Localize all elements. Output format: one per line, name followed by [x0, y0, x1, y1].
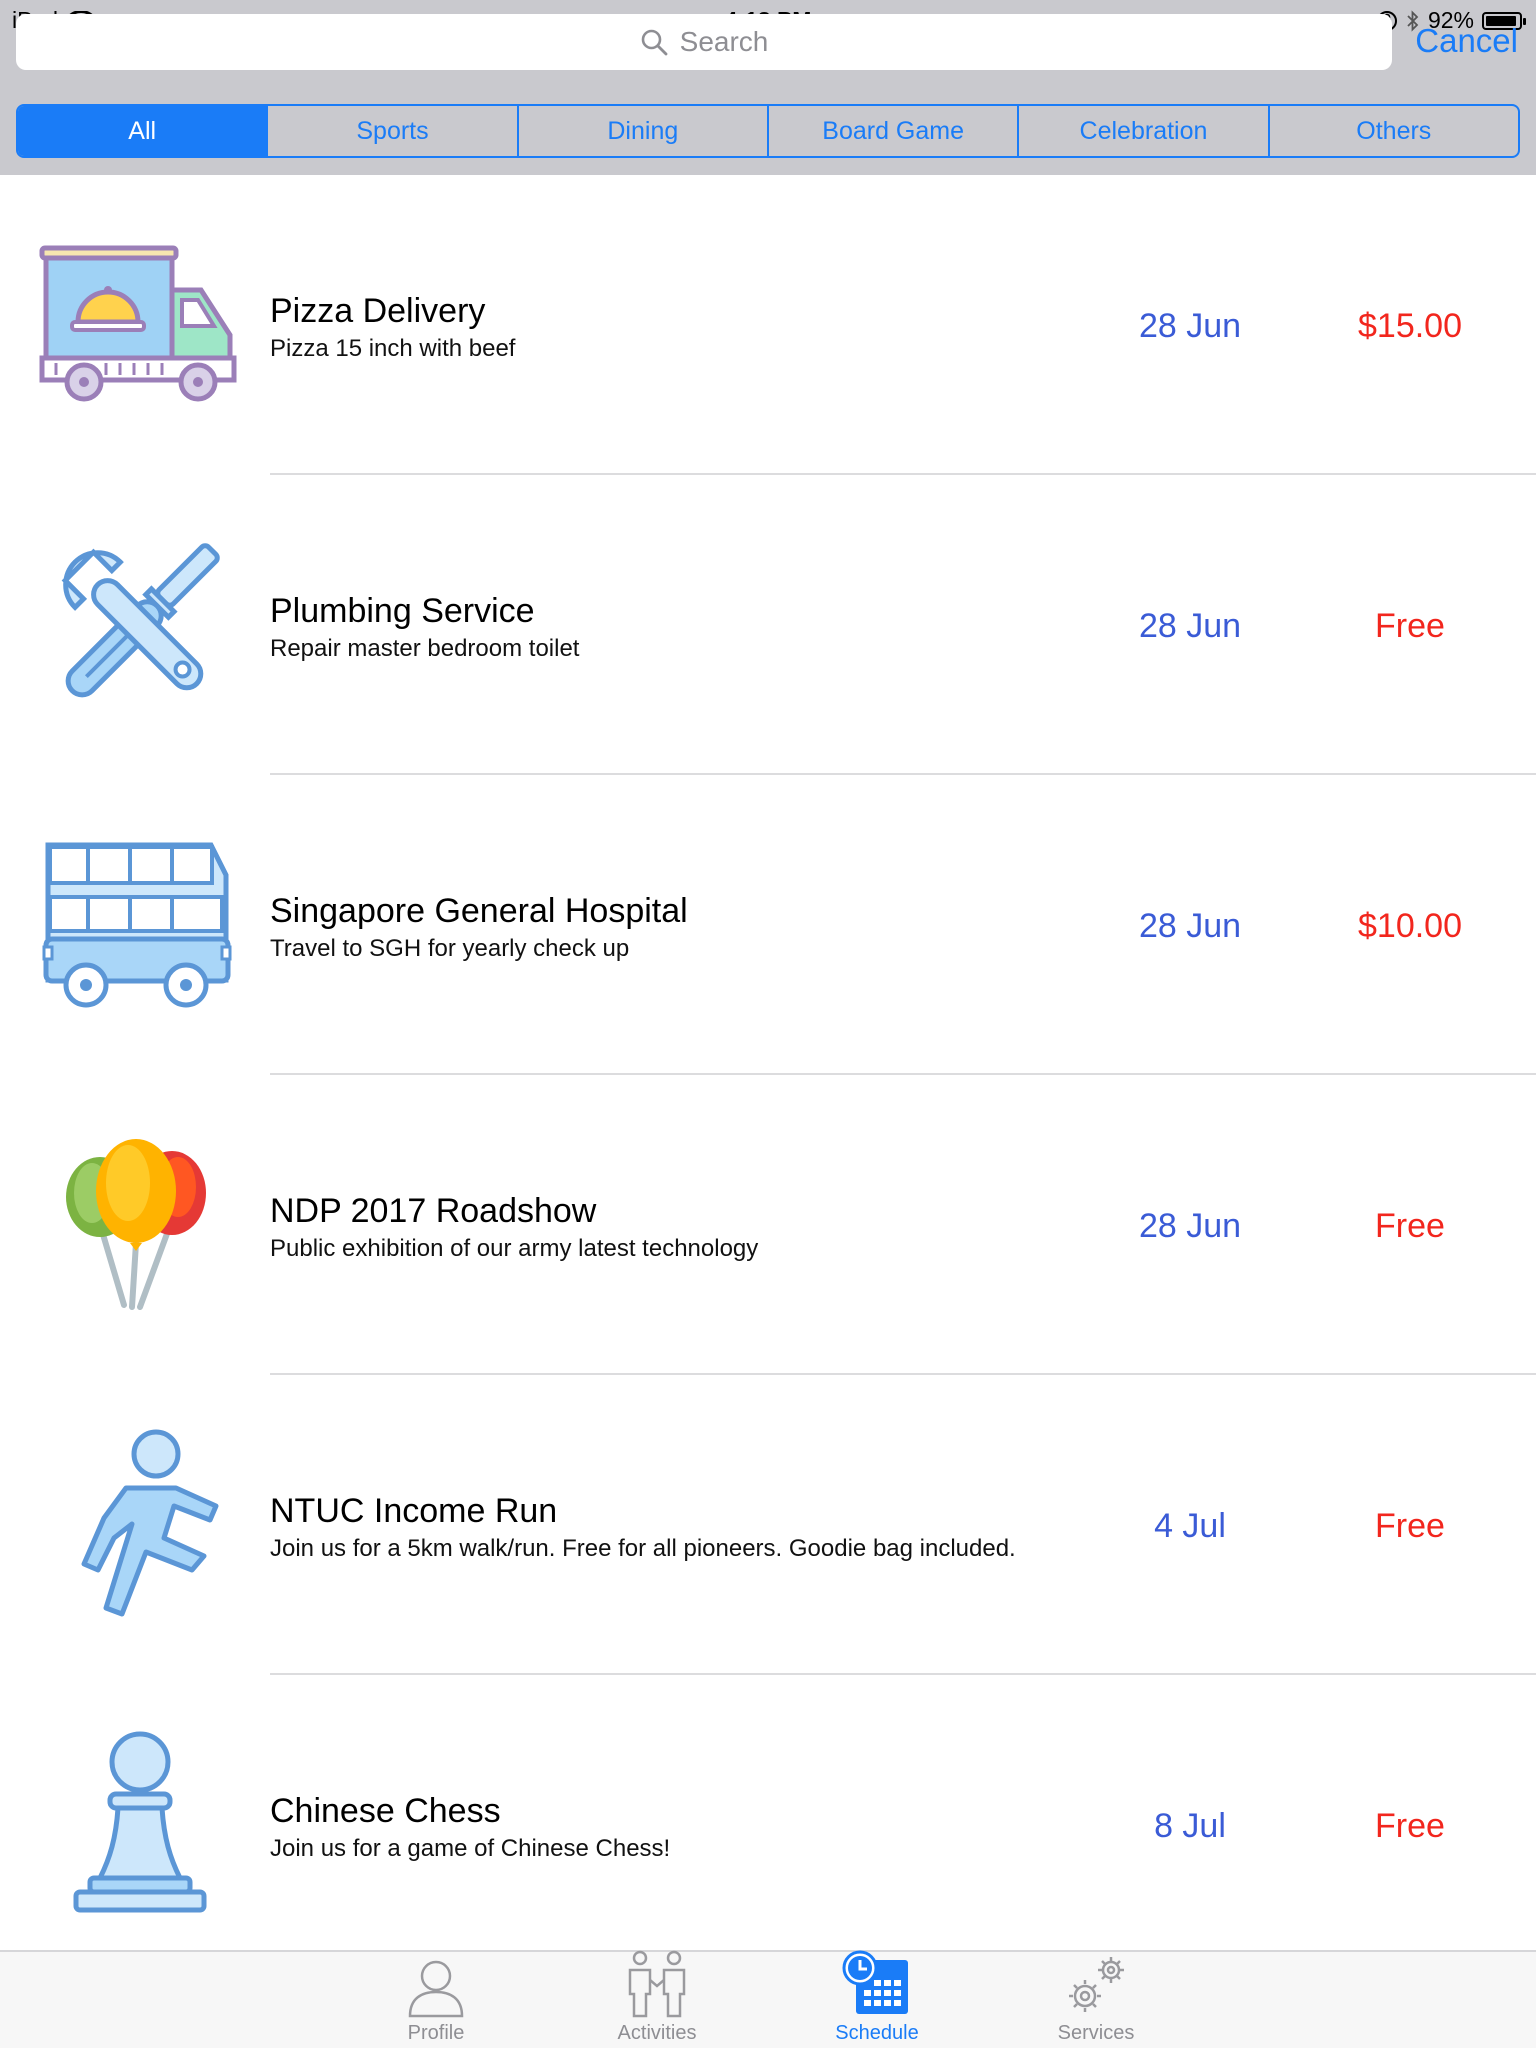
list-item[interactable]: Plumbing Service Repair master bedroom t…	[0, 475, 1536, 775]
chess-pawn-icon	[36, 1731, 241, 1915]
item-date: 28 Jun	[1138, 1207, 1242, 1245]
search-placeholder: Search	[679, 26, 769, 57]
tab-label: Schedule	[835, 2022, 919, 2044]
tab-bar: Profile Activities Schedule Services	[0, 1950, 1536, 2048]
segment-dining[interactable]: Dining	[516, 106, 767, 156]
item-price: Free	[1375, 1507, 1445, 1545]
segment-others[interactable]: Others	[1267, 106, 1518, 156]
segment-board-game[interactable]: Board Game	[766, 106, 1017, 156]
item-price: Free	[1375, 1207, 1445, 1245]
profile-icon	[346, 1954, 526, 2018]
segment-celebration[interactable]: Celebration	[1017, 106, 1267, 156]
item-title: NDP 2017 Roadshow	[270, 1192, 597, 1230]
item-title: Singapore General Hospital	[270, 892, 688, 930]
item-description: Join us for a game of Chinese Chess!	[270, 1835, 671, 1862]
item-date: 28 Jun	[1138, 907, 1242, 945]
schedule-icon	[787, 1950, 967, 2018]
item-description: Public exhibition of our army latest tec…	[270, 1235, 759, 1262]
category-segmented-control: All Sports Dining Board Game Celebration…	[16, 104, 1520, 158]
search-input[interactable]: Search	[16, 14, 1392, 70]
tab-label: Activities	[617, 2022, 697, 2044]
balloons-icon	[36, 1135, 241, 1315]
activity-list: Pizza Delivery Pizza 15 inch with beef 2…	[0, 175, 1536, 1975]
item-description: Repair master bedroom toilet	[270, 635, 580, 662]
services-icon	[1006, 1954, 1186, 2018]
item-price: Free	[1375, 607, 1445, 645]
list-item[interactable]: Chinese Chess Join us for a game of Chin…	[0, 1675, 1536, 1975]
item-description: Join us for a 5km walk/run. Free for all…	[270, 1535, 1016, 1562]
item-price: $15.00	[1358, 307, 1462, 345]
item-description: Travel to SGH for yearly check up	[270, 935, 630, 962]
item-date: 28 Jun	[1138, 307, 1242, 345]
list-item[interactable]: NTUC Income Run Join us for a 5km walk/r…	[0, 1375, 1536, 1675]
list-item[interactable]: NDP 2017 Roadshow Public exhibition of o…	[0, 1075, 1536, 1375]
segment-all[interactable]: All	[18, 106, 267, 156]
tab-services[interactable]: Services	[1006, 1954, 1186, 2048]
tab-activities[interactable]: Activities	[567, 1950, 747, 2048]
bus-icon	[36, 835, 241, 1015]
list-item[interactable]: Pizza Delivery Pizza 15 inch with beef 2…	[0, 175, 1536, 475]
search-icon	[641, 29, 668, 56]
tab-label: Services	[1057, 2022, 1135, 2044]
tab-profile[interactable]: Profile	[346, 1954, 526, 2048]
food-truck-icon	[36, 235, 241, 415]
item-date: 28 Jun	[1138, 607, 1242, 645]
item-price: $10.00	[1358, 907, 1462, 945]
item-title: NTUC Income Run	[270, 1492, 558, 1530]
item-title: Chinese Chess	[270, 1792, 501, 1830]
item-title: Plumbing Service	[270, 592, 535, 630]
activities-icon	[567, 1950, 747, 2018]
cancel-button[interactable]: Cancel	[1415, 22, 1518, 60]
list-item[interactable]: Singapore General Hospital Travel to SGH…	[0, 775, 1536, 1075]
item-date: 4 Jul	[1154, 1507, 1226, 1545]
tab-schedule[interactable]: Schedule	[787, 1950, 967, 2048]
item-price: Free	[1375, 1807, 1445, 1845]
tools-icon	[36, 535, 241, 715]
item-date: 8 Jul	[1154, 1807, 1226, 1845]
search-header: iPad 4:18 PM 92% Search	[0, 0, 1536, 175]
item-description: Pizza 15 inch with beef	[270, 335, 516, 362]
item-title: Pizza Delivery	[270, 292, 486, 330]
segment-sports[interactable]: Sports	[266, 106, 516, 156]
tab-label: Profile	[407, 2022, 465, 2044]
runner-icon	[36, 1429, 241, 1616]
